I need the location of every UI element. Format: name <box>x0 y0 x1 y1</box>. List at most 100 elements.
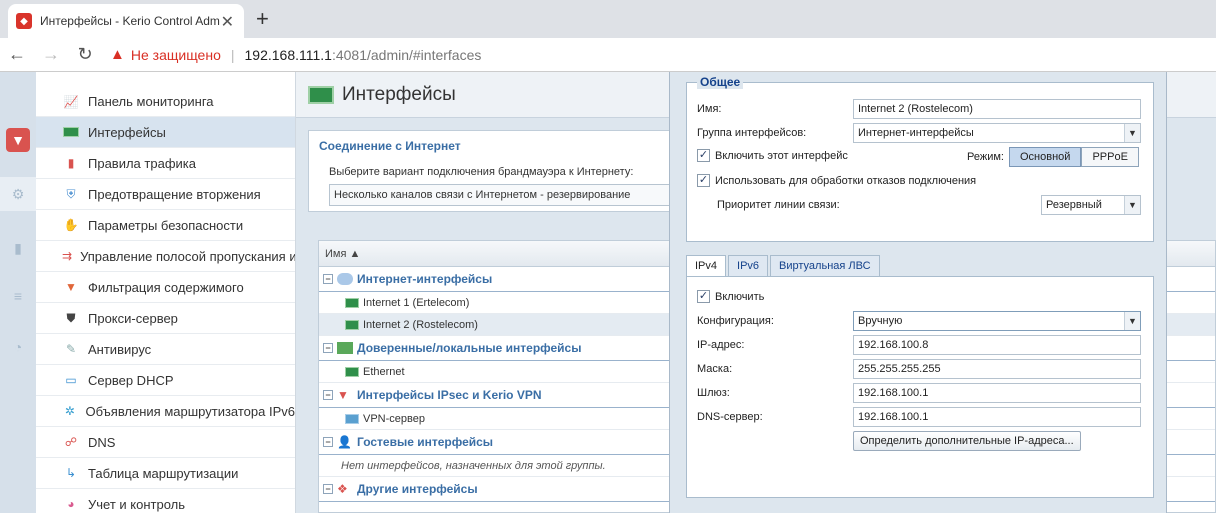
sidebar-item-label: Интерфейсы <box>88 124 166 140</box>
sidebar-item-ipv6-router-ads[interactable]: ✲ Объявления маршрутизатора IPv6 <box>36 396 295 427</box>
warning-icon[interactable]: ▲ <box>110 46 125 63</box>
general-fieldset: Общее Имя: Internet 2 (Rostelecom) Групп… <box>686 75 1154 242</box>
group-label: Доверенные/локальные интерфейсы <box>357 341 582 355</box>
configuration-select[interactable]: Вручную ▼ <box>853 311 1141 331</box>
tab-close-icon[interactable]: ✕ <box>221 12 234 32</box>
mask-field[interactable]: 255.255.255.255 <box>853 359 1141 379</box>
internet-connection-description: Выберите вариант подключения брандмауэра… <box>329 166 634 178</box>
interface-name: Ethernet <box>363 365 405 378</box>
tab-vlan[interactable]: Виртуальная ЛВС <box>770 255 880 277</box>
sidebar-item-intrusion-prevention[interactable]: ⛨ Предотвращение вторжения <box>36 179 295 210</box>
failover-label: Использовать для обработки отказов подкл… <box>715 174 977 187</box>
ipv4-enable-checkbox[interactable]: ✓ Включить <box>697 290 764 303</box>
kerio-favicon-icon: ◆ <box>16 13 32 29</box>
mode-label: Режим: <box>967 151 1004 163</box>
sidebar-item-label: Объявления маршрутизатора IPv6 <box>85 403 295 419</box>
checkbox-checked-icon[interactable]: ✓ <box>697 290 710 303</box>
chevron-down-icon[interactable]: ▼ <box>1124 196 1140 214</box>
sidebar-item-label: Антивирус <box>88 341 152 357</box>
sidebar-item-security-settings[interactable]: ✋ Параметры безопасности <box>36 210 295 241</box>
chevron-down-icon[interactable]: ▼ <box>1124 124 1140 142</box>
mask-label: Маска: <box>697 363 733 375</box>
enable-interface-checkbox[interactable]: ✓ Включить этот интерфейс <box>697 149 848 162</box>
tab-ipv6[interactable]: IPv6 <box>728 255 769 277</box>
configuration-label: Конфигурация: <box>697 315 774 327</box>
ipv4-panel: ✓ Включить Конфигурация: Вручную ▼ IP-ад… <box>686 276 1154 498</box>
checkbox-checked-icon[interactable]: ✓ <box>697 149 710 162</box>
collapse-icon[interactable]: − <box>323 343 333 353</box>
status-pie-icon[interactable]: ◔ <box>6 335 30 359</box>
failover-checkbox[interactable]: ✓ Использовать для обработки отказов под… <box>697 174 976 187</box>
dns-server-field[interactable]: 192.168.100.1 <box>853 407 1141 427</box>
sidebar-item-dns[interactable]: ☍ DNS <box>36 427 295 458</box>
sidebar-menu: 📈 Панель мониторинга Интерфейсы ▮ Правил… <box>36 72 296 513</box>
sidebar-item-proxy[interactable]: ⛊ Прокси-сервер <box>36 303 295 334</box>
sidebar-item-traffic-rules[interactable]: ▮ Правила трафика <box>36 148 295 179</box>
ip-address-label: IP-адрес: <box>697 339 745 351</box>
group-label: Группа интерфейсов: <box>697 127 807 139</box>
configuration-value: Вручную <box>858 315 903 327</box>
group-label: Интерфейсы IPsec и Kerio VPN <box>357 388 542 402</box>
sidebar-item-antivirus[interactable]: ✎ Антивирус <box>36 334 295 365</box>
collapse-icon[interactable]: − <box>323 437 333 447</box>
tab-ipv4[interactable]: IPv4 <box>686 255 727 277</box>
new-tab-icon[interactable]: + <box>256 6 269 32</box>
group-label: Другие интерфейсы <box>357 482 478 496</box>
routing-icon: ↳ <box>65 466 77 480</box>
guest-users-icon: 👤 <box>337 435 352 449</box>
sidebar-item-dhcp[interactable]: ▭ Сервер DHCP <box>36 365 295 396</box>
name-field[interactable]: Internet 2 (Rostelecom) <box>853 99 1141 119</box>
sidebar-item-bandwidth[interactable]: ⇉ Управление полосой пропускания и <box>36 241 295 272</box>
url-path: :4081/admin/#interfaces <box>331 46 482 63</box>
not-secure-label[interactable]: Не защищено <box>131 47 221 63</box>
priority-value: Резервный <box>1046 199 1102 211</box>
gateway-field[interactable]: 192.168.100.1 <box>853 383 1141 403</box>
sidebar-item-accounting[interactable]: ◕ Учет и контроль <box>36 489 295 513</box>
pie-icon: ◕ <box>67 497 75 511</box>
collapse-icon[interactable]: − <box>323 274 333 284</box>
kerio-shield-icon[interactable]: ▼ <box>6 128 30 152</box>
additional-ip-addresses-button[interactable]: Определить дополнительные IP-адреса... <box>853 431 1081 451</box>
shield-icon: ⛨ <box>66 186 76 201</box>
chevron-down-icon[interactable]: ▼ <box>1124 312 1140 330</box>
statistics-icon[interactable]: ▮ <box>6 236 30 260</box>
back-arrow-icon[interactable]: ← <box>0 44 34 65</box>
internet-mode-select[interactable]: Несколько каналов связи с Интернетом - р… <box>329 184 679 206</box>
priority-label: Приоритет линии связи: <box>717 199 840 211</box>
name-label: Имя: <box>697 103 722 115</box>
mode-pppoe-button[interactable]: PPPoE <box>1081 147 1139 167</box>
sidebar-item-interfaces[interactable]: Интерфейсы <box>36 117 295 148</box>
network-card-icon <box>337 342 353 354</box>
reload-icon[interactable]: ↻ <box>68 44 102 65</box>
sidebar-item-routing-table[interactable]: ↳ Таблица маршрутизации <box>36 458 295 489</box>
interface-group-select[interactable]: Интернет-интерфейсы ▼ <box>853 123 1141 143</box>
settings-gear-icon[interactable]: ⚙ <box>0 177 36 211</box>
url-host: 192.168.111.1 <box>244 46 332 63</box>
sidebar-item-label: Параметры безопасности <box>88 217 244 233</box>
logs-icon[interactable]: ≡ <box>6 284 30 308</box>
ip-address-field[interactable]: 192.168.100.8 <box>853 335 1141 355</box>
network-card-icon <box>345 319 359 330</box>
bandwidth-icon: ⇉ <box>62 249 73 263</box>
app-rail: ▼ ⚙ ▮ ≡ ◔ <box>0 72 36 513</box>
sidebar-item-label: Фильтрация содержимого <box>88 279 244 295</box>
network-card-icon <box>308 85 334 104</box>
sidebar-item-content-filter[interactable]: ▼ Фильтрация содержимого <box>36 272 295 303</box>
browser-tabstrip: ◆ Интерфейсы - Kerio Control Adminis ✕ + <box>0 0 1216 38</box>
browser-tab[interactable]: ◆ Интерфейсы - Kerio Control Adminis ✕ <box>8 4 244 38</box>
sidebar-item-dashboard[interactable]: 📈 Панель мониторинга <box>36 87 295 117</box>
priority-select[interactable]: Резервный ▼ <box>1041 195 1141 215</box>
sidebar-item-label: DNS <box>88 434 116 450</box>
mode-toggle[interactable]: Основной PPPoE <box>1009 147 1139 167</box>
collapse-icon[interactable]: − <box>323 390 333 400</box>
url-field[interactable]: ▲ Не защищено | 192.168.111.1 :4081/admi… <box>110 46 481 63</box>
internet-connection-legend: Соединение с Интернет <box>319 139 461 153</box>
cloud-icon <box>337 273 353 285</box>
url-separator: | <box>230 46 235 63</box>
forward-arrow-icon[interactable]: → <box>34 44 68 65</box>
vpn-server-icon <box>345 413 359 424</box>
mode-primary-button[interactable]: Основной <box>1009 147 1082 167</box>
collapse-icon[interactable]: − <box>323 484 333 494</box>
interface-group-value: Интернет-интерфейсы <box>858 127 974 139</box>
checkbox-checked-icon[interactable]: ✓ <box>697 174 710 187</box>
